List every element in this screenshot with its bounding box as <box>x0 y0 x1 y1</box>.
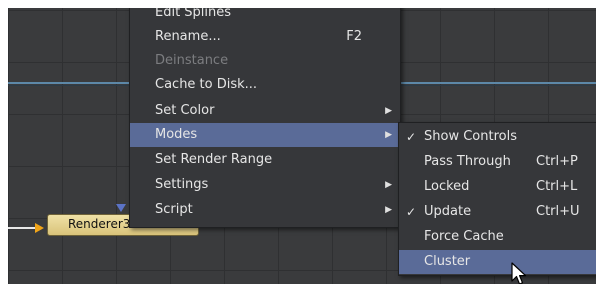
flow-view: Renderer3D1 Edit Splines Rename... F2 De… <box>8 8 596 284</box>
view-indicator-icon <box>116 204 126 212</box>
menu-item-label: Modes <box>155 127 198 142</box>
menu-item-label: Rename... <box>155 29 221 44</box>
submenu-item-force-cache[interactable]: Force Cache <box>399 225 596 249</box>
menu-item-label: Script <box>155 202 193 217</box>
submenu-item-shortcut: Ctrl+L <box>536 179 578 194</box>
submenu-item-label: Show Controls <box>424 129 517 144</box>
menu-item-deinstance: Deinstance <box>130 49 400 73</box>
submenu-arrow-icon: ▶ <box>385 106 392 116</box>
submenu-arrow-icon: ▶ <box>385 180 392 190</box>
menu-item-edit-splines[interactable]: Edit Splines <box>130 8 400 25</box>
submenu-item-label: Pass Through <box>424 154 511 169</box>
submenu-item-show-controls[interactable]: ✓ Show Controls <box>399 125 596 149</box>
menu-item-settings[interactable]: Settings ▶ <box>130 173 400 197</box>
menu-item-label: Settings <box>155 177 209 192</box>
submenu-item-shortcut: Ctrl+U <box>536 204 580 219</box>
checkmark-icon: ✓ <box>406 130 417 144</box>
menu-item-label: Cache to Disk... <box>155 77 258 92</box>
menu-item-set-render-range[interactable]: Set Render Range <box>130 148 400 172</box>
submenu-item-pass-through[interactable]: Pass Through Ctrl+P <box>399 150 596 174</box>
menu-item-shortcut: F2 <box>346 29 362 44</box>
menu-item-cache-to-disk[interactable]: Cache to Disk... <box>130 73 400 97</box>
submenu-item-label: Locked <box>424 179 470 194</box>
checkmark-icon: ✓ <box>406 205 417 219</box>
menu-item-label: Set Color <box>155 103 215 118</box>
submenu-arrow-icon: ▶ <box>385 130 392 140</box>
submenu-item-label: Cluster <box>424 254 471 269</box>
menu-item-label: Set Render Range <box>155 152 273 167</box>
input-triangle-icon[interactable] <box>35 223 44 233</box>
submenu-item-label: Force Cache <box>424 229 504 244</box>
menu-item-script[interactable]: Script ▶ <box>130 198 400 222</box>
submenu-item-label: Update <box>424 204 472 219</box>
submenu-item-shortcut: Ctrl+P <box>536 154 578 169</box>
submenu-arrow-icon: ▶ <box>385 205 392 215</box>
context-menu: Edit Splines Rename... F2 Deinstance Cac… <box>129 8 401 228</box>
input-wire <box>8 227 37 229</box>
submenu-item-update[interactable]: ✓ Update Ctrl+U <box>399 200 596 224</box>
modes-submenu: ✓ Show Controls Pass Through Ctrl+P Lock… <box>398 122 596 276</box>
mouse-pointer-icon <box>511 262 527 284</box>
menu-item-rename[interactable]: Rename... F2 <box>130 25 400 49</box>
submenu-item-cluster[interactable]: Cluster <box>399 250 596 274</box>
menu-item-label: Edit Splines <box>155 8 232 20</box>
menu-item-modes[interactable]: Modes ▶ <box>130 123 400 147</box>
menu-item-set-color[interactable]: Set Color ▶ <box>130 99 400 123</box>
submenu-item-locked[interactable]: Locked Ctrl+L <box>399 175 596 199</box>
menu-item-label: Deinstance <box>155 53 229 68</box>
